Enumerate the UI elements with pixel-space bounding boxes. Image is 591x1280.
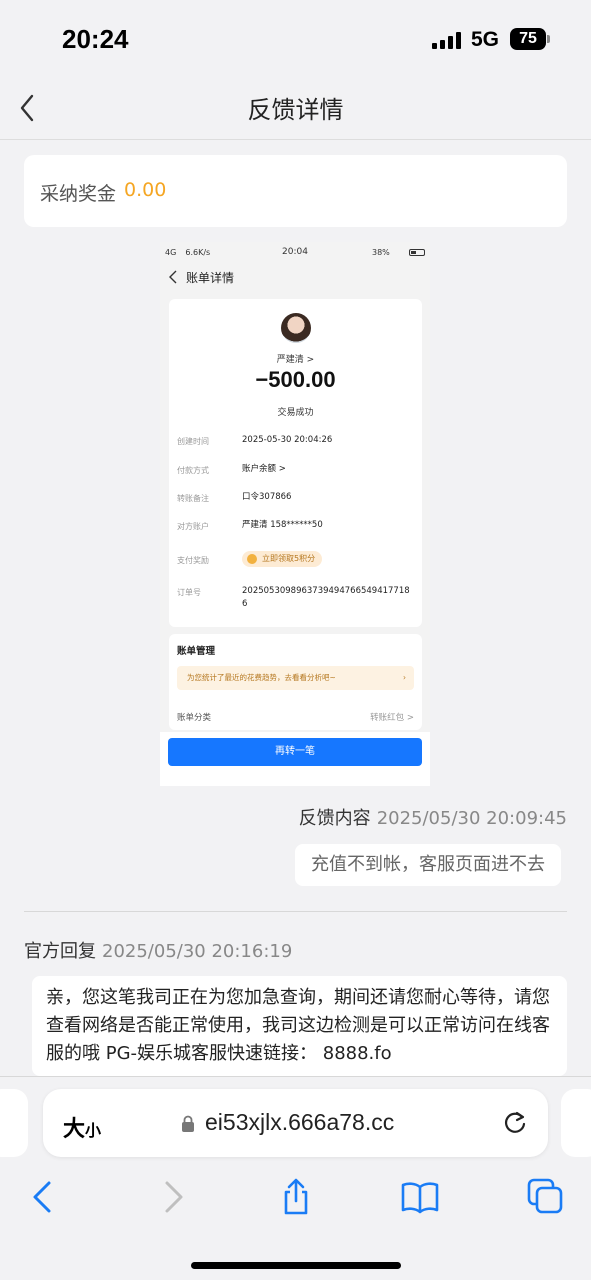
reply-time: 2025/05/30 20:16:19 <box>102 941 293 962</box>
points-icon <box>247 554 257 564</box>
forward-nav-icon[interactable] <box>152 1177 192 1217</box>
shot-battery-icon <box>409 249 425 256</box>
page-title: 反馈详情 <box>247 96 344 124</box>
row-key: 支付奖励 <box>177 556 209 565</box>
nav-bar: 反馈详情 <box>0 76 591 140</box>
divider <box>24 911 567 912</box>
reward-label: 采纳奖金 <box>40 183 117 205</box>
row-value: 口令307866 <box>242 492 292 502</box>
network-type: 5G <box>471 28 500 51</box>
amount: −500.00 <box>255 367 336 392</box>
shot-status-bar: 4G 6.6K/s 20:04 38% <box>160 242 430 264</box>
battery-icon: 75 <box>510 28 546 50</box>
shot-title: 账单详情 <box>186 271 235 285</box>
feedback-label: 反馈内容 2025/05/30 20:09:45 <box>299 804 567 830</box>
mgmt-banner-text: 为您统计了最近的花费趋势，去看看分析吧~ <box>187 673 336 682</box>
row-value: 20250530989637394947665494177186 <box>242 586 410 609</box>
battery-cap <box>547 35 550 43</box>
row-key: 对方账户 <box>177 522 209 531</box>
row-value: 账户余额 > <box>242 464 286 474</box>
reward-value: 0.00 <box>124 179 167 201</box>
row-value: 2025-05-30 20:04:26 <box>242 435 333 445</box>
lock-icon <box>182 1115 194 1132</box>
mgmt-banner: 为您统计了最近的花费趋势，去看看分析吧~ › <box>177 666 414 690</box>
bill-management-card: 账单管理 为您统计了最近的花费趋势，去看看分析吧~ › 账单分类 转账红包 > <box>169 634 422 730</box>
address-bar[interactable]: 大小 ei53xjlx.666a78.cc <box>43 1089 548 1157</box>
shot-status-battery: 38% <box>372 248 390 257</box>
share-icon[interactable] <box>276 1177 316 1217</box>
row-key: 订单号 <box>177 588 201 597</box>
reward-card: 采纳奖金 0.00 <box>24 155 567 227</box>
reward-pill-label: 立即领取5积分 <box>262 554 316 563</box>
shot-status-time: 20:04 <box>282 247 308 257</box>
mgmt-category-value: 转账红包 > <box>370 713 414 723</box>
text-size-small: 小 <box>85 1121 102 1140</box>
text-size-large: 大 <box>63 1117 86 1142</box>
transfer-again-button: 再转一笔 <box>168 738 422 766</box>
signal-icon <box>432 31 462 49</box>
transaction-status: 交易成功 <box>277 408 314 418</box>
text-size-button[interactable]: 大小 <box>63 1111 101 1143</box>
tabs-icon[interactable] <box>526 1177 566 1217</box>
attached-screenshot[interactable]: 4G 6.6K/s 20:04 38% 账单详情 严建清 > −500.00 交… <box>160 242 430 786</box>
status-time: 20:24 <box>62 24 129 54</box>
mgmt-title: 账单管理 <box>177 646 216 657</box>
next-tab-card[interactable] <box>561 1089 591 1157</box>
avatar <box>281 313 311 343</box>
payee-name: 严建清 > <box>276 355 315 365</box>
shot-bottom-bar: 再转一笔 <box>160 732 430 786</box>
shot-status-left: 4G 6.6K/s <box>165 248 211 257</box>
reply-label-text: 官方回复 <box>24 941 96 962</box>
feedback-label-text: 反馈内容 <box>298 808 371 829</box>
reply-content: 亲，您这笔我司正在为您加急查询，期间还请您耐心等待，请您查看网络是否能正常使用，… <box>32 976 567 1076</box>
feedback-time: 2025/05/30 20:09:45 <box>376 808 567 829</box>
bill-card: 严建清 > −500.00 交易成功 创建时间 2025-05-30 20:04… <box>169 299 422 627</box>
shot-back-icon <box>169 270 177 284</box>
url-text[interactable]: ei53xjlx.666a78.cc <box>205 1109 394 1136</box>
row-key: 创建时间 <box>177 437 209 446</box>
row-value: 严建清 158******50 <box>242 520 323 530</box>
browser-toolbar: 大小 ei53xjlx.666a78.cc <box>0 1076 591 1280</box>
row-key: 付款方式 <box>177 466 209 475</box>
reward-pill: 立即领取5积分 <box>242 551 323 567</box>
bookmarks-icon[interactable] <box>400 1177 440 1217</box>
reload-icon[interactable] <box>501 1109 529 1137</box>
row-key: 转账备注 <box>177 494 209 503</box>
back-nav-icon[interactable] <box>24 1177 64 1217</box>
prev-tab-card[interactable] <box>0 1089 28 1157</box>
status-bar: 20:24 5G 75 <box>0 0 591 76</box>
reply-label: 官方回复 2025/05/30 20:16:19 <box>24 937 292 963</box>
mgmt-category-label: 账单分类 <box>177 713 212 723</box>
home-indicator[interactable] <box>191 1262 401 1269</box>
feedback-content: 充值不到帐，客服页面进不去 <box>295 844 561 886</box>
chevron-right-icon: › <box>403 673 406 682</box>
